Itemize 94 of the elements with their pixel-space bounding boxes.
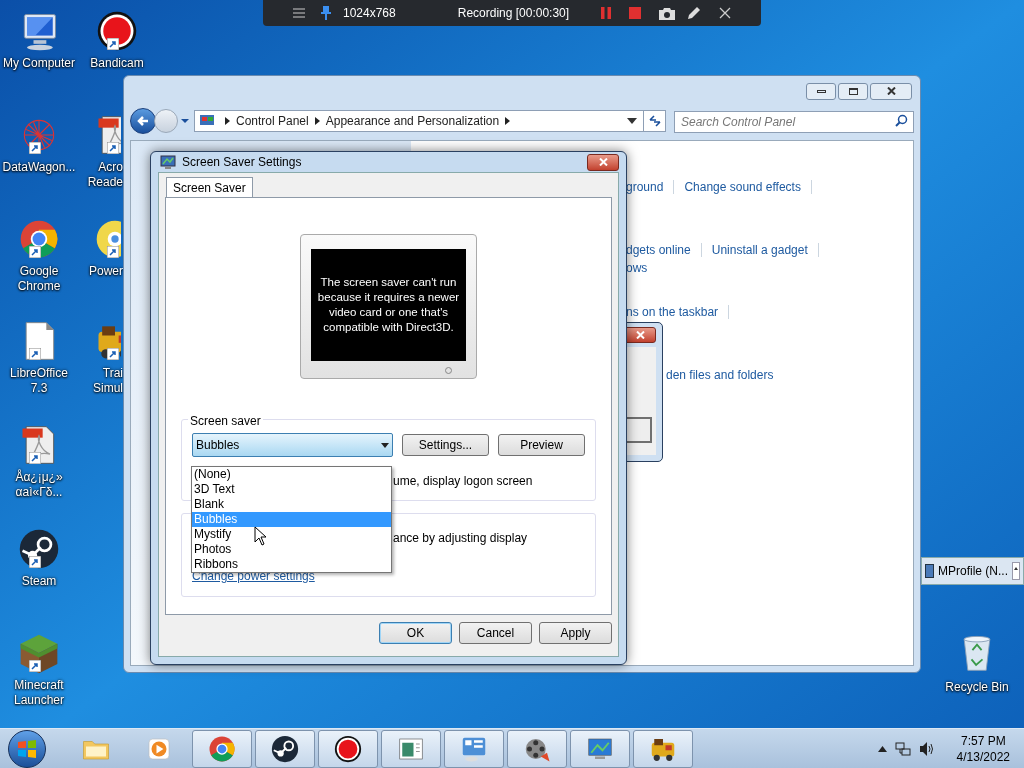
dropdown-option[interactable]: 3D Text xyxy=(192,482,391,497)
record-icon xyxy=(333,733,363,764)
caret-icon xyxy=(180,117,190,125)
clock-date[interactable]: 4/13/2022 xyxy=(956,748,1010,765)
tab[interactable]: Screen Saver xyxy=(166,177,253,197)
taskbar-button[interactable] xyxy=(507,729,567,768)
logon-option-text: ume, display logon screen xyxy=(393,473,533,490)
dropdown-option[interactable]: Photos xyxy=(192,542,391,557)
capture-size: 1024x768 xyxy=(343,5,396,22)
minimized-window[interactable]: MProfile (N... xyxy=(921,557,1024,585)
close-x-icon xyxy=(635,331,645,339)
window-title: Screen Saver Settings xyxy=(182,154,303,171)
settings-link[interactable]: ground xyxy=(626,178,664,196)
dropdown-option[interactable]: (None) xyxy=(192,467,391,482)
settings-link[interactable]: ows xyxy=(626,259,648,277)
monitor-icon xyxy=(160,154,176,170)
search-field[interactable]: Search Control Panel xyxy=(674,111,914,133)
shortcut-arrow-icon xyxy=(107,142,119,154)
screen-saver-dropdown[interactable]: Bubbles xyxy=(192,433,393,457)
shortcut-arrow-icon xyxy=(29,142,41,154)
desktop-icon-label[interactable]: Bandicam xyxy=(90,56,144,71)
desktop-icon-label[interactable]: Steam xyxy=(21,574,57,589)
power-description: ance by adjusting display xyxy=(393,530,528,547)
show-hidden-icons-icon[interactable] xyxy=(877,745,887,752)
dropdown-caret-icon xyxy=(627,118,637,124)
start-button[interactable] xyxy=(8,729,46,768)
shortcut-arrow-icon xyxy=(29,556,41,568)
dropdown-caret-icon xyxy=(381,442,389,448)
close-x-icon xyxy=(598,158,608,166)
speaker-icon[interactable] xyxy=(918,740,935,757)
dropdown-option[interactable]: Ribbons xyxy=(192,557,391,572)
clock-time[interactable]: 7:57 PM xyxy=(960,732,1006,749)
minimize-button[interactable] xyxy=(806,82,836,100)
refresh-arrows-icon xyxy=(647,114,662,128)
shortcut-arrow-icon xyxy=(29,660,41,672)
desktop-icon-label[interactable]: LibreOffice 7.3 xyxy=(10,366,68,396)
network-icon[interactable] xyxy=(894,740,911,757)
dropdown-option[interactable]: Mystify xyxy=(192,527,391,542)
close-button[interactable] xyxy=(870,82,912,100)
breadcrumb-separator-icon xyxy=(314,117,320,125)
taskbar-button[interactable] xyxy=(255,729,315,768)
settings-link[interactable]: dgets online xyxy=(626,241,691,259)
restore-button[interactable] xyxy=(838,82,868,100)
address-bar[interactable]: Control Panel Appearance and Personalization xyxy=(194,110,666,132)
taskbar-button[interactable] xyxy=(318,729,378,768)
menu-icon[interactable] xyxy=(293,8,305,18)
desktop-icon-label[interactable]: Åα¿¡μ¿» αaì«Γδ... xyxy=(15,470,63,500)
dialog-button[interactable]: Preview xyxy=(498,434,585,456)
breadcrumb-separator-icon xyxy=(225,117,230,125)
desktop-icon-label[interactable]: Recycle Bin xyxy=(945,678,1009,696)
dropdown-option[interactable]: Blank xyxy=(192,497,391,512)
shortcut-arrow-icon xyxy=(29,246,41,258)
dialog-button[interactable]: Cancel xyxy=(459,622,532,644)
shortcut-arrow-icon xyxy=(107,38,119,50)
recording-status: Recording [00:00:30] xyxy=(457,5,571,22)
desktop-icon-label[interactable]: Acro Reade xyxy=(79,160,123,190)
dialog-button[interactable]: Settings... xyxy=(402,434,489,456)
pencil-icon[interactable] xyxy=(687,6,701,20)
breadcrumb-item[interactable]: Control Panel xyxy=(236,112,309,130)
window-icon xyxy=(925,564,934,578)
pause-icon[interactable] xyxy=(601,7,611,19)
close-button[interactable] xyxy=(587,153,619,171)
breadcrumb-separator-icon xyxy=(505,117,511,125)
settings-link[interactable]: Change sound effects xyxy=(684,178,801,196)
desktop-icon-label[interactable]: Google Chrome xyxy=(17,264,61,294)
desktop-icon-label[interactable]: Power xyxy=(79,264,123,279)
desktop-icon-label[interactable]: Minecraft Launcher xyxy=(13,678,64,708)
pin-icon[interactable] xyxy=(321,6,331,20)
dialog-button[interactable]: Apply xyxy=(539,622,612,644)
desktop-icon-label[interactable]: My Computer xyxy=(3,56,75,71)
search-icon xyxy=(895,114,908,127)
breadcrumb-item[interactable]: Appearance and Personalization xyxy=(325,112,500,130)
shortcut-arrow-icon xyxy=(107,348,119,360)
dialog-button[interactable]: OK xyxy=(379,622,452,644)
desktop-icon-label[interactable]: DataWagon... xyxy=(2,160,76,175)
close-icon[interactable] xyxy=(719,7,731,19)
camera-icon[interactable] xyxy=(659,6,675,20)
shortcut-arrow-icon xyxy=(107,246,119,258)
settings-link[interactable]: den files and folders xyxy=(666,366,774,384)
settings-link[interactable]: Uninstall a gadget xyxy=(711,241,808,259)
shortcut-arrow-icon xyxy=(29,348,41,360)
windows-logo-icon xyxy=(17,738,37,759)
preview-message: The screen saver can't run because it requires a newer video card or one that's compatible with Direct3D. xyxy=(316,275,461,335)
settings-link[interactable]: ns on the taskbar xyxy=(626,303,719,321)
back-button[interactable] xyxy=(130,108,156,134)
close-x-icon xyxy=(886,87,896,95)
desktop-icon-label[interactable]: Trai Simul xyxy=(79,366,123,396)
control-panel-icon xyxy=(199,114,215,128)
window-title: MProfile (N... xyxy=(938,563,1008,580)
shortcut-arrow-icon xyxy=(29,452,41,464)
left-arrow-icon xyxy=(136,114,150,128)
mouse-cursor-icon xyxy=(254,526,268,546)
steam-logo-icon xyxy=(270,733,300,764)
taskbar-button[interactable] xyxy=(633,729,693,768)
